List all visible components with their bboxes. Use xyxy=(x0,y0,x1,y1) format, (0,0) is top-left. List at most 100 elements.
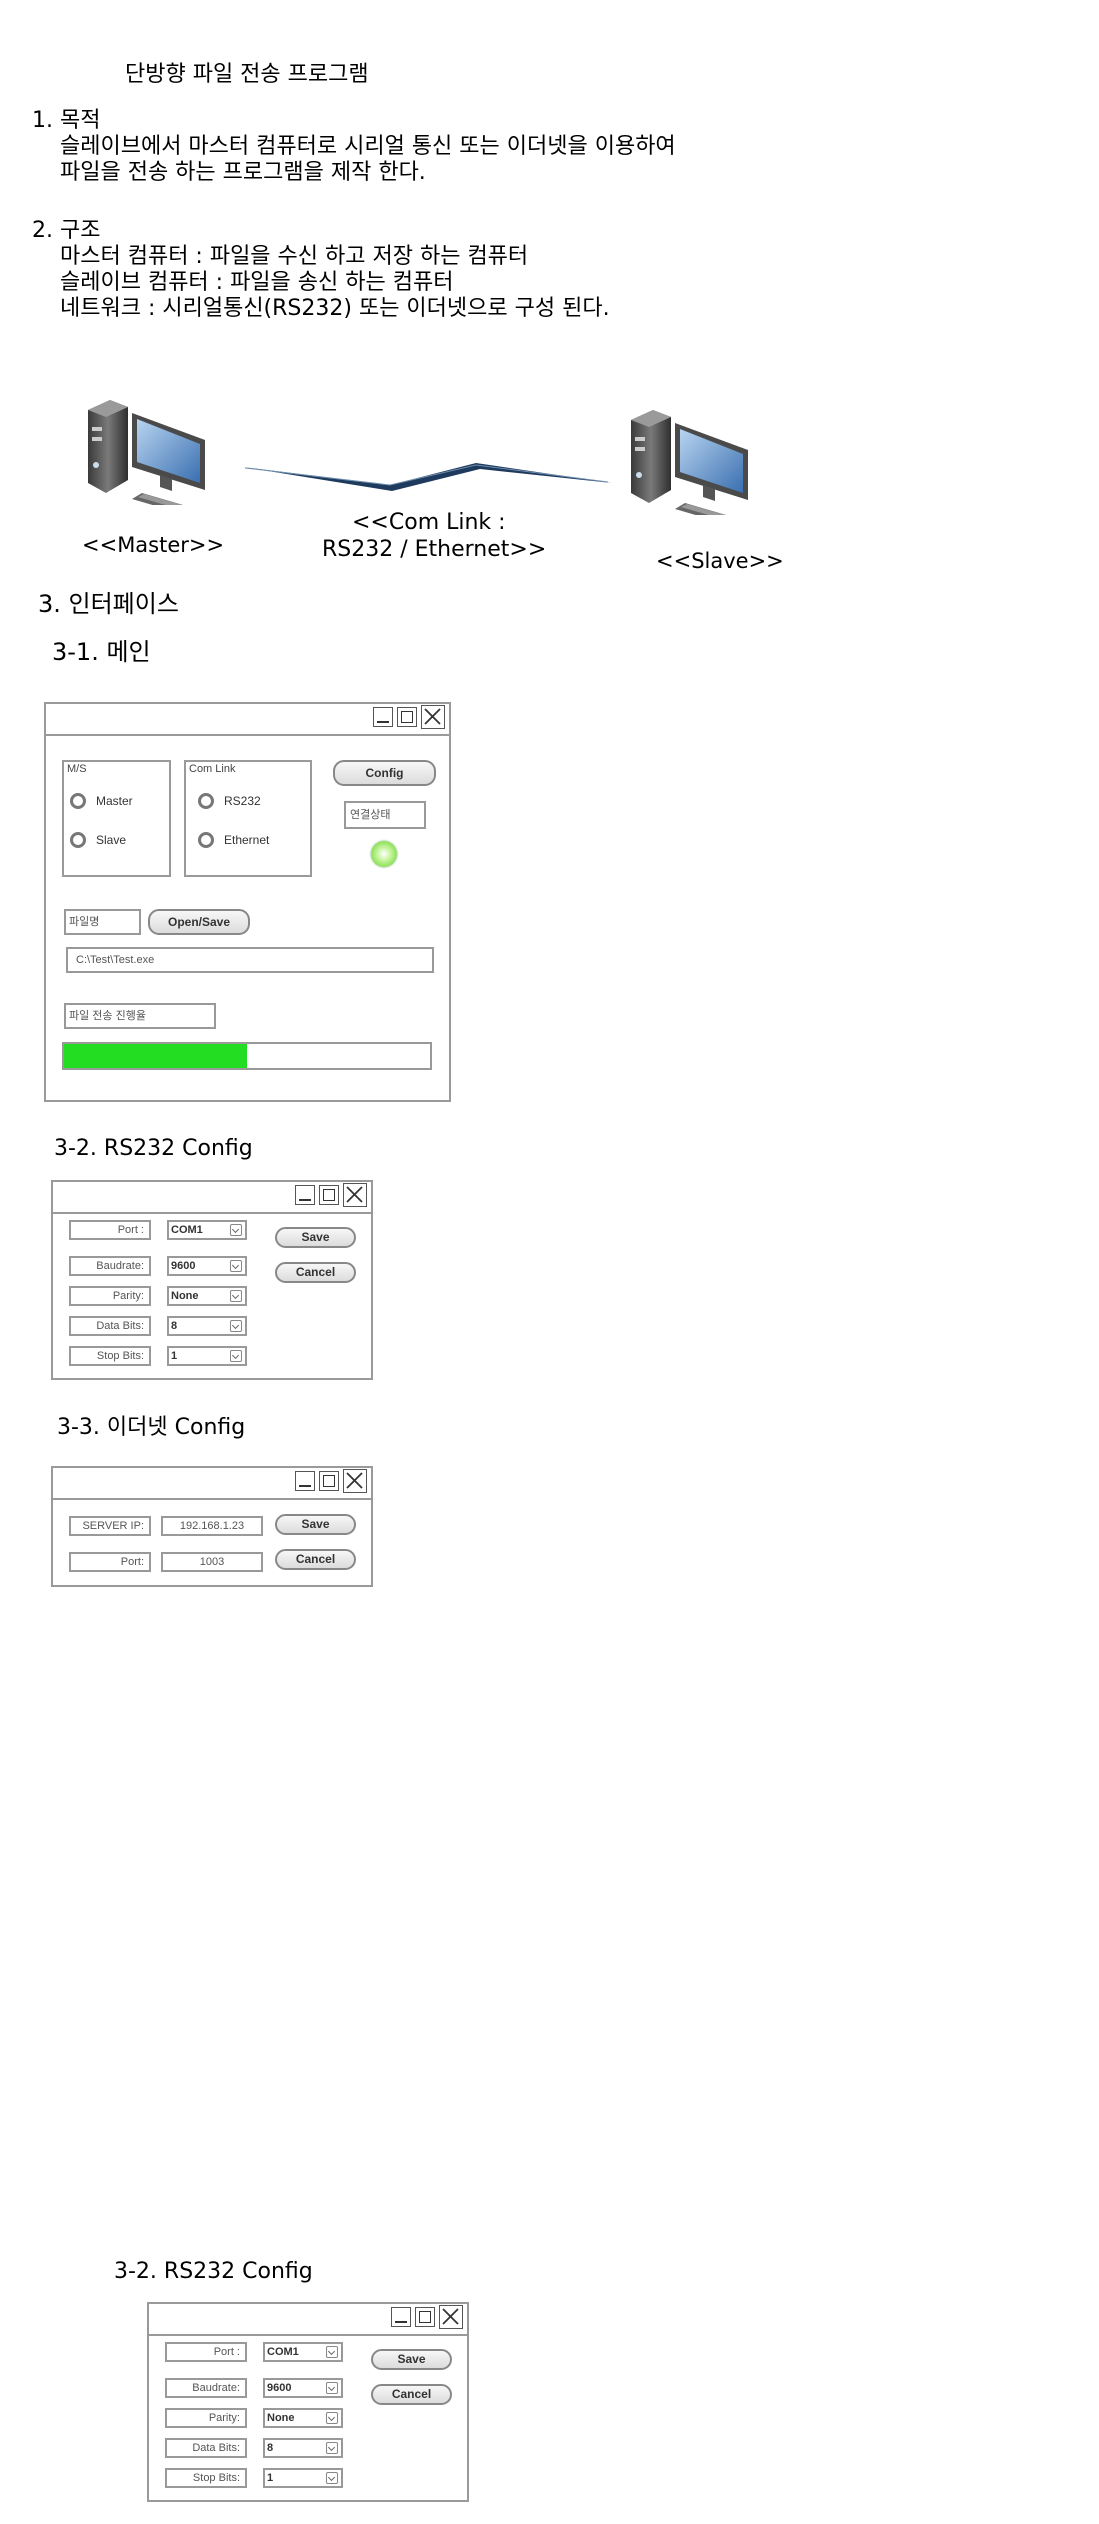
rs232-field-select[interactable]: 1 xyxy=(167,1346,247,1366)
rs232-field-select[interactable]: 8 xyxy=(167,1316,247,1336)
rs232-field-select[interactable]: None xyxy=(167,1286,247,1306)
ms-group-label: M/S xyxy=(67,763,87,775)
rs232-field-value: 1 xyxy=(171,1350,178,1362)
rs232-field-value: COM1 xyxy=(171,1224,203,1236)
structure-heading: 2. 구조 xyxy=(32,218,101,243)
save-button[interactable]: Save xyxy=(371,2349,452,2370)
interface-heading: 3. 인터페이스 xyxy=(38,590,179,618)
page-title: 단방향 파일 전송 프로그램 xyxy=(125,62,369,87)
progress-fill xyxy=(64,1044,247,1068)
chevron-down-icon[interactable] xyxy=(326,2412,338,2424)
save-button[interactable]: Save xyxy=(275,1514,356,1535)
purpose-heading: 1. 목적 xyxy=(32,108,101,133)
rs232-field-label: Data Bits: xyxy=(165,2438,247,2458)
master-radio[interactable] xyxy=(70,793,86,809)
chevron-down-icon[interactable] xyxy=(230,1260,242,1272)
title-bar xyxy=(46,704,449,736)
purpose-line-2: 파일을 전송 하는 프로그램을 제작 한다. xyxy=(60,160,426,185)
port-field[interactable]: 1003 xyxy=(161,1552,263,1572)
connection-status-label: 연결상태 xyxy=(344,801,426,829)
chevron-down-icon[interactable] xyxy=(326,2472,338,2484)
structure-line-2: 슬레이브 컴퓨터 : 파일을 송신 하는 컴퓨터 xyxy=(60,270,454,295)
maximize-icon[interactable] xyxy=(415,2307,435,2327)
rs232-heading-repeat: 3-2. RS232 Config xyxy=(114,2259,313,2284)
rs232-field-value: 1 xyxy=(267,2472,274,2484)
rs232-field-select[interactable]: COM1 xyxy=(167,1220,247,1240)
rs232-field-value: None xyxy=(267,2412,295,2424)
rs232-field-label: Stop Bits: xyxy=(165,2468,247,2488)
ethernet-radio[interactable] xyxy=(198,832,214,848)
rs232-field-value: 9600 xyxy=(171,1260,196,1272)
save-button[interactable]: Save xyxy=(275,1227,356,1248)
rs232-config-window-repeat: Port : COM1 Baudrate: 9600 Parity: None Data B… xyxy=(147,2302,469,2502)
structure-line-1: 마스터 컴퓨터 : 파일을 수신 하고 저장 하는 컴퓨터 xyxy=(60,244,529,269)
slave-label: <<Slave>> xyxy=(656,549,784,573)
maximize-icon[interactable] xyxy=(397,707,417,727)
rs232-field-label: Port : xyxy=(69,1220,151,1240)
rs232-field-select[interactable]: 8 xyxy=(263,2438,343,2458)
master-radio-label: Master xyxy=(96,794,133,808)
structure-line-3: 네트워크 : 시리얼통신(RS232) 또는 이더넷으로 구성 된다. xyxy=(60,296,610,321)
rs232-field-label: Port : xyxy=(165,2342,247,2362)
title-bar xyxy=(53,1468,371,1500)
rs232-field-select[interactable]: 9600 xyxy=(167,1256,247,1276)
progress-label: 파일 전송 진행율 xyxy=(64,1003,216,1029)
master-label: <<Master>> xyxy=(82,533,225,557)
rs232-heading: 3-2. RS232 Config xyxy=(54,1136,253,1161)
cancel-button[interactable]: Cancel xyxy=(275,1549,356,1570)
config-button[interactable]: Config xyxy=(333,760,436,786)
port-label: Port: xyxy=(69,1552,151,1572)
rs232-field-select[interactable]: 1 xyxy=(263,2468,343,2488)
chevron-down-icon[interactable] xyxy=(326,2382,338,2394)
title-bar xyxy=(149,2304,467,2336)
cancel-button[interactable]: Cancel xyxy=(371,2384,452,2405)
close-icon[interactable] xyxy=(421,705,445,729)
rs232-field-value: None xyxy=(171,1290,199,1302)
ethernet-heading: 3-3. 이더넷 Config xyxy=(57,1415,246,1440)
chevron-down-icon[interactable] xyxy=(230,1290,242,1302)
rs232-field-value: 9600 xyxy=(267,2382,292,2394)
open-save-button[interactable]: Open/Save xyxy=(148,909,250,935)
rs232-field-select[interactable]: COM1 xyxy=(263,2342,343,2362)
rs232-field-label: Parity: xyxy=(69,1286,151,1306)
title-bar xyxy=(53,1182,371,1214)
cancel-button[interactable]: Cancel xyxy=(275,1262,356,1283)
rs232-field-select[interactable]: 9600 xyxy=(263,2378,343,2398)
rs232-field-value: 8 xyxy=(171,1320,178,1332)
chevron-down-icon[interactable] xyxy=(230,1350,242,1362)
maximize-icon[interactable] xyxy=(319,1185,339,1205)
master-computer-icon xyxy=(88,400,205,505)
close-icon[interactable] xyxy=(439,2305,463,2329)
rs232-field-label: Baudrate: xyxy=(69,1256,151,1276)
rs232-field-label: Data Bits: xyxy=(69,1316,151,1336)
link-label-1: <<Com Link : xyxy=(352,510,506,535)
minimize-icon[interactable] xyxy=(295,1185,315,1205)
chevron-down-icon[interactable] xyxy=(326,2346,338,2358)
connection-status-light xyxy=(371,841,397,867)
server-ip-field[interactable]: 192.168.1.23 xyxy=(161,1516,263,1536)
slave-radio[interactable] xyxy=(70,832,86,848)
ethernet-config-window: SERVER IP: 192.168.1.23 Save Port: 1003 … xyxy=(51,1466,373,1587)
server-ip-label: SERVER IP: xyxy=(69,1516,151,1536)
minimize-icon[interactable] xyxy=(295,1471,315,1491)
link-label-2: RS232 / Ethernet>> xyxy=(322,537,547,562)
comlink-group: Com Link RS232 Ethernet xyxy=(184,760,312,877)
chevron-down-icon[interactable] xyxy=(326,2442,338,2454)
close-icon[interactable] xyxy=(343,1183,367,1207)
file-path-field[interactable]: C:\Test\Test.exe xyxy=(66,947,434,973)
rs232-radio[interactable] xyxy=(198,793,214,809)
rs232-config-window: Port : COM1 Baudrate: 9600 Parity: None Data B… xyxy=(51,1180,373,1380)
close-icon[interactable] xyxy=(343,1469,367,1493)
minimize-icon[interactable] xyxy=(373,707,393,727)
slave-computer-icon xyxy=(631,410,748,515)
chevron-down-icon[interactable] xyxy=(230,1320,242,1332)
rs232-field-select[interactable]: None xyxy=(263,2408,343,2428)
rs232-field-label: Baudrate: xyxy=(165,2378,247,2398)
maximize-icon[interactable] xyxy=(319,1471,339,1491)
progress-bar xyxy=(62,1042,432,1070)
chevron-down-icon[interactable] xyxy=(230,1224,242,1236)
main-heading: 3-1. 메인 xyxy=(52,638,151,666)
main-window: M/S Master Slave Com Link RS232 Ethernet… xyxy=(44,702,451,1102)
minimize-icon[interactable] xyxy=(391,2307,411,2327)
rs232-field-value: COM1 xyxy=(267,2346,299,2358)
